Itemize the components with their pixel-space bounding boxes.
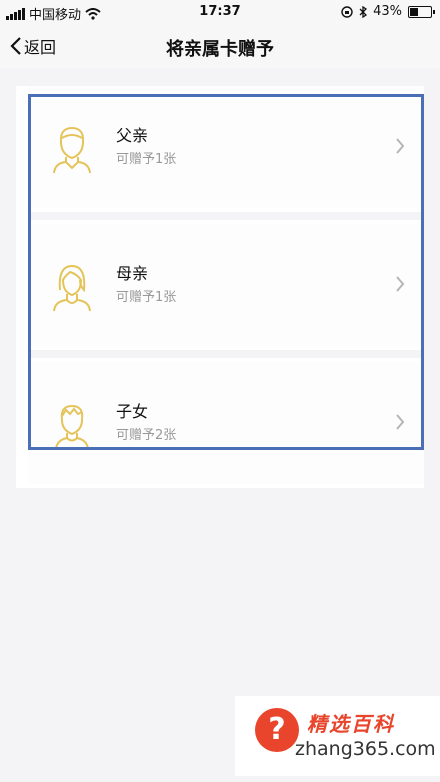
- item-quota: 可赠予1张: [116, 290, 177, 305]
- item-name: 父亲: [116, 126, 149, 145]
- question-mark-icon: ?: [255, 708, 299, 752]
- mother-avatar-icon: [53, 264, 91, 312]
- chevron-right-icon: [396, 276, 405, 292]
- bluetooth-icon: [359, 5, 368, 18]
- item-name: 子女: [116, 402, 149, 421]
- list-item-mother[interactable]: 母亲 可赠予1张: [28, 224, 424, 346]
- watermark-title: 精选百科: [307, 712, 395, 736]
- chevron-right-icon: [396, 414, 405, 430]
- relation-list-card: 父亲 可赠予1张 母亲 可赠予1张 子女 可赠予2张: [16, 86, 424, 488]
- divider: [28, 212, 424, 220]
- status-right: 43%: [341, 4, 435, 19]
- child-avatar-icon: [55, 404, 89, 450]
- battery-percent: 43%: [373, 4, 402, 19]
- status-bar: 中国移动 17:37 43%: [0, 0, 440, 24]
- divider: [28, 350, 424, 358]
- item-quota: 可赠予1张: [116, 152, 177, 167]
- item-name: 母亲: [116, 264, 149, 283]
- rotation-lock-icon: [341, 5, 353, 18]
- list-item-child[interactable]: 子女 可赠予2张: [28, 362, 424, 484]
- chevron-right-icon: [396, 138, 405, 154]
- father-avatar-icon: [53, 126, 91, 174]
- watermark-site: zhang365.com: [295, 738, 436, 760]
- item-quota: 可赠予2张: [116, 428, 177, 443]
- battery-icon: [408, 5, 435, 18]
- watermark-logo: ? 精选百科 zhang365.com: [235, 696, 440, 776]
- list-item-father[interactable]: 父亲 可赠予1张: [28, 86, 424, 208]
- nav-bar: 返回 将亲属卡赠予: [0, 24, 440, 68]
- page-title: 将亲属卡赠予: [166, 39, 274, 60]
